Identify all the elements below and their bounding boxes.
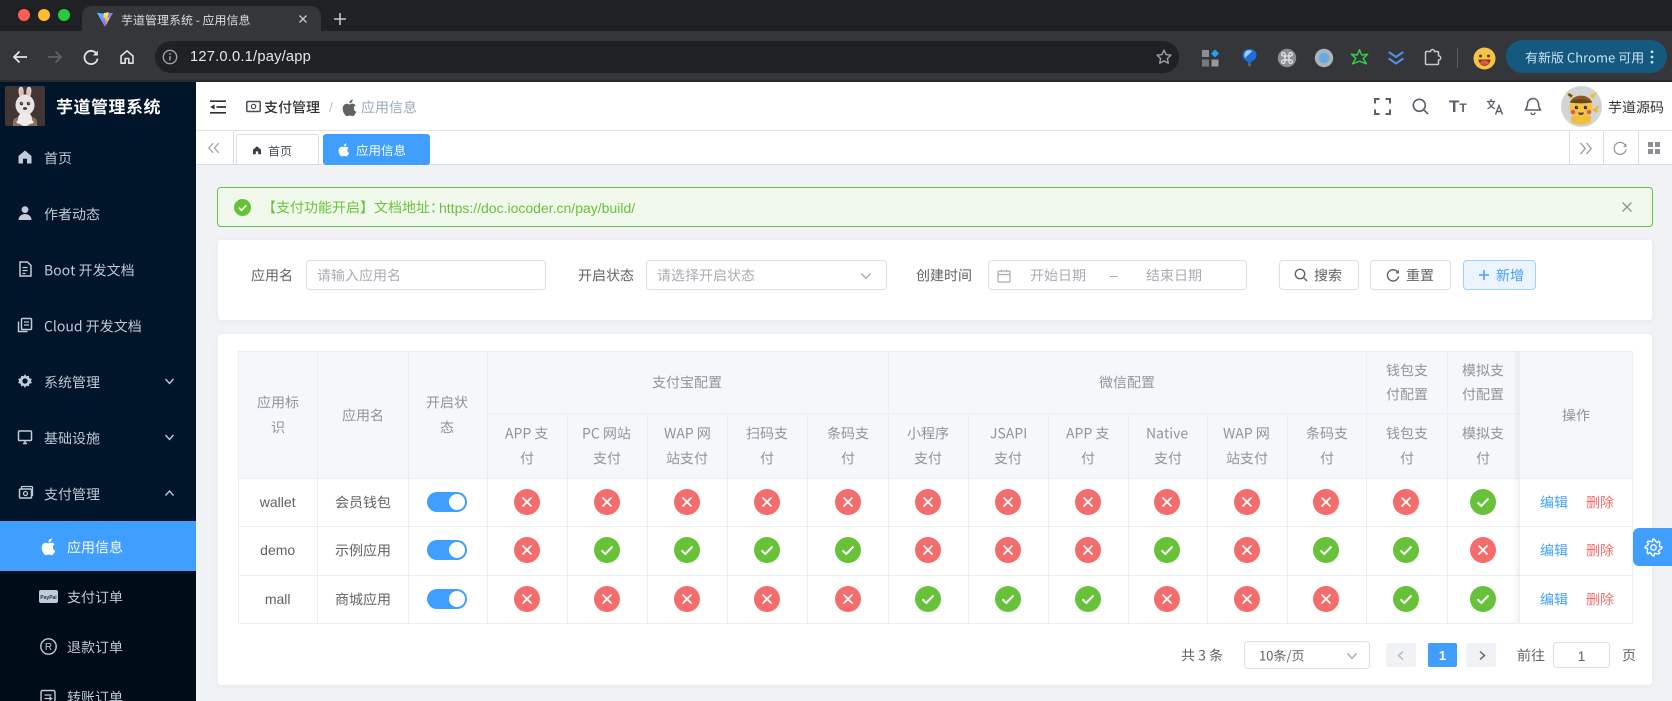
svg-text:R: R xyxy=(45,642,52,653)
svg-text:PayPal: PayPal xyxy=(40,595,57,601)
